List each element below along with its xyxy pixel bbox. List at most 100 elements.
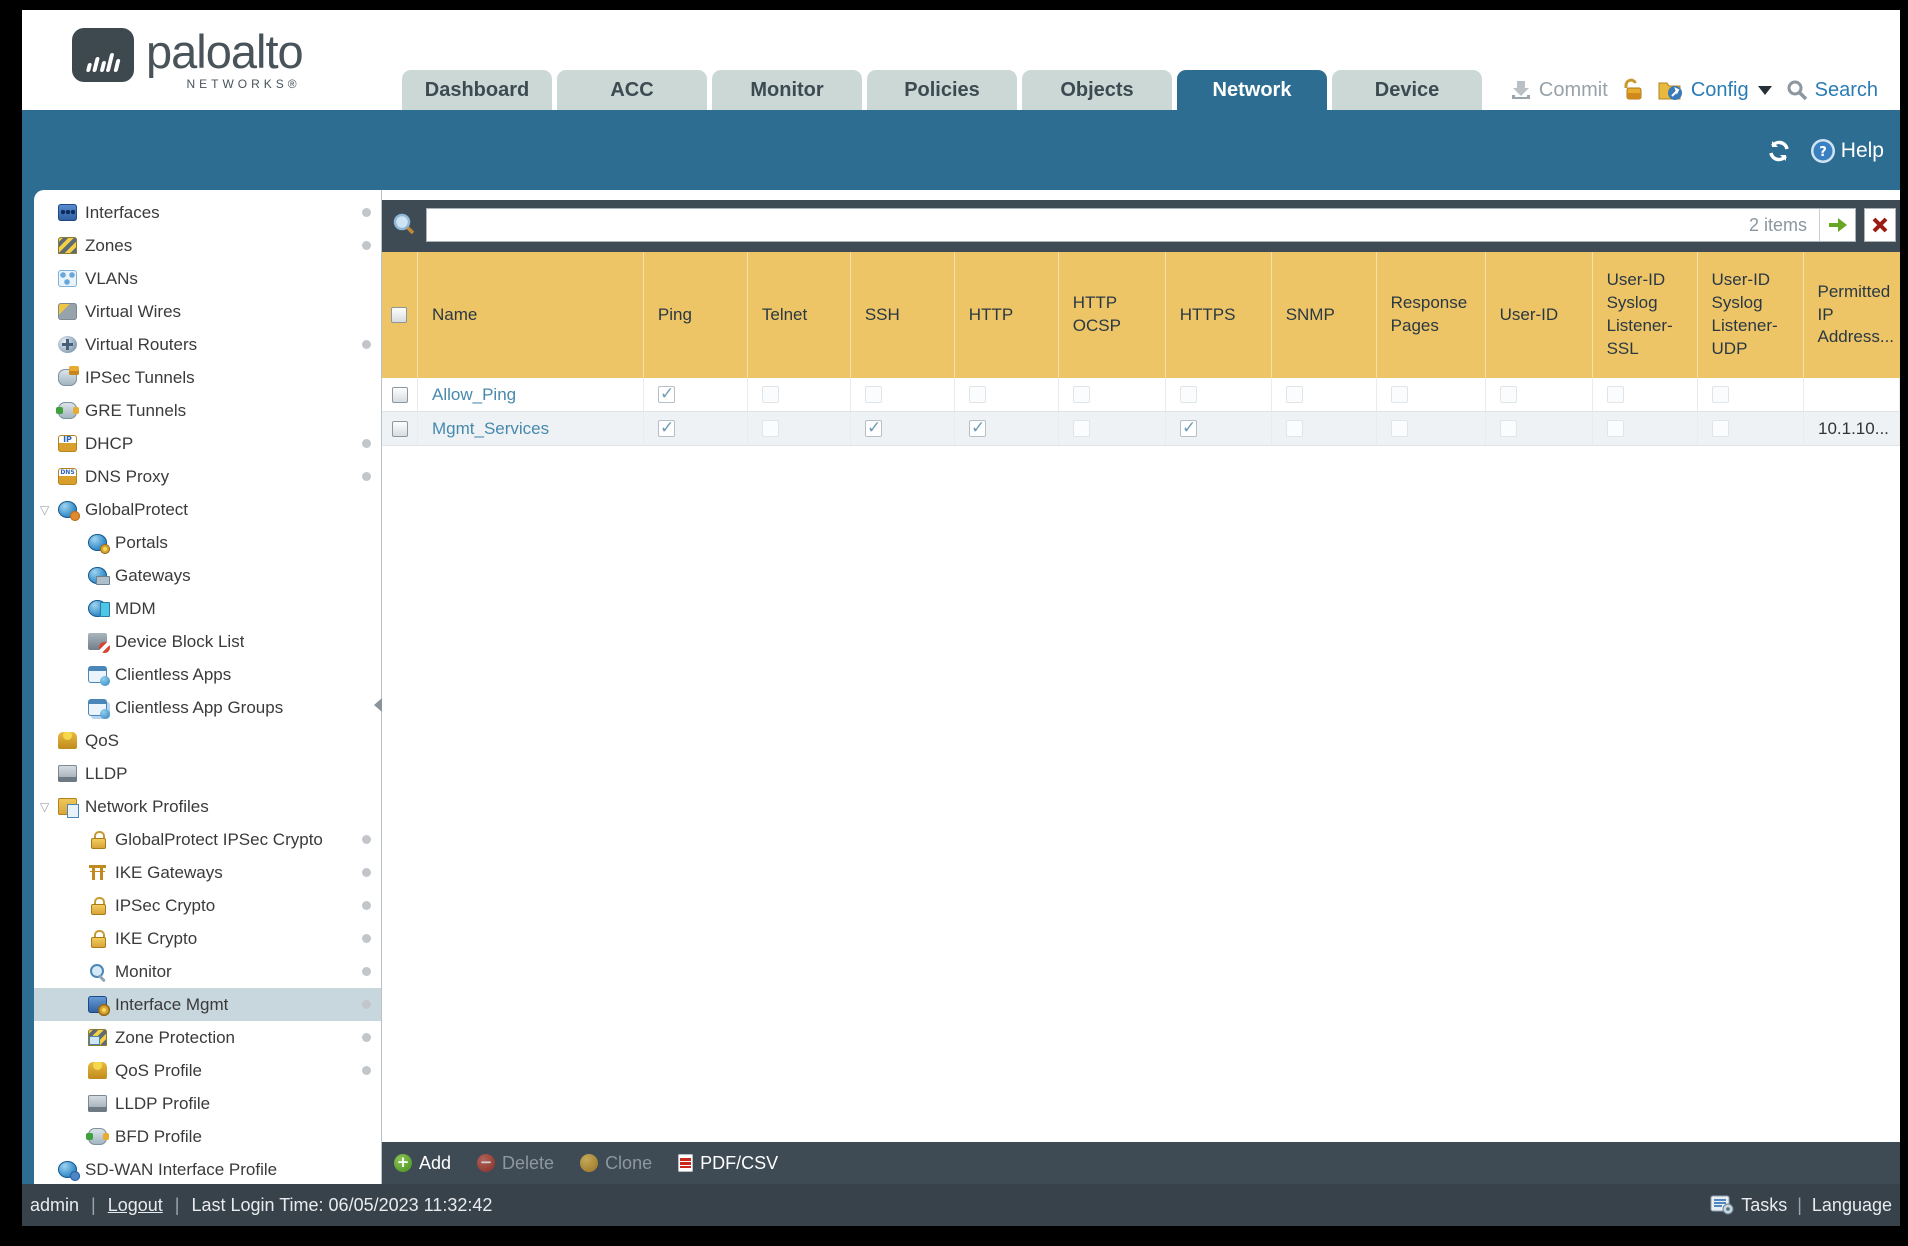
tab-acc[interactable]: ACC — [557, 70, 707, 110]
logout-link[interactable]: Logout — [108, 1195, 163, 1216]
clear-filter-button[interactable] — [1864, 208, 1896, 242]
config-dropdown[interactable]: Config — [1658, 79, 1772, 102]
unchecked-checkbox[interactable] — [1391, 420, 1408, 437]
unchecked-checkbox[interactable] — [969, 386, 986, 403]
help-button[interactable]: ? Help — [1810, 138, 1884, 164]
sidebar-item-bfd-profile[interactable]: BFD Profile — [34, 1120, 381, 1153]
pdf-csv-button[interactable]: PDF/CSV — [678, 1153, 778, 1174]
sidebar-collapse-handle[interactable] — [374, 698, 382, 712]
column-header-http-ocsp[interactable]: HTTP OCSP — [1059, 252, 1166, 378]
unchecked-checkbox[interactable] — [1712, 386, 1729, 403]
sidebar-item-clientless-app-groups[interactable]: Clientless App Groups — [34, 691, 381, 724]
column-header-permitted-ip-address[interactable]: Permitted IP Address... — [1804, 252, 1901, 378]
sidebar-item-globalprotect[interactable]: ▽ GlobalProtect — [34, 493, 381, 526]
expander-icon[interactable]: ▽ — [40, 800, 49, 814]
sidebar-item-device-block-list[interactable]: Device Block List — [34, 625, 381, 658]
sidebar-item-qos[interactable]: QoS — [34, 724, 381, 757]
sidebar-item-mdm[interactable]: MDM — [34, 592, 381, 625]
sidebar-item-ike-crypto[interactable]: IKE Crypto — [34, 922, 381, 955]
column-header-response-pages[interactable]: Response Pages — [1377, 252, 1486, 378]
refresh-icon[interactable] — [1766, 139, 1792, 163]
row-name-link[interactable]: Mgmt_Services — [432, 419, 549, 439]
sidebar-item-zones[interactable]: Zones — [34, 229, 381, 262]
tab-policies[interactable]: Policies — [867, 70, 1017, 110]
sidebar-item-interfaces[interactable]: Interfaces — [34, 196, 381, 229]
sidebar-item-portals[interactable]: Portals — [34, 526, 381, 559]
tab-network[interactable]: Network — [1177, 70, 1327, 110]
sidebar-item-network-profiles[interactable]: ▽ Network Profiles — [34, 790, 381, 823]
tab-dashboard[interactable]: Dashboard — [402, 70, 552, 110]
column-header-user-id[interactable]: User-ID — [1486, 252, 1593, 378]
row-checkbox[interactable] — [391, 420, 408, 437]
unchecked-checkbox[interactable] — [1073, 386, 1090, 403]
column-header-http[interactable]: HTTP — [955, 252, 1059, 378]
column-header-ping[interactable]: Ping — [644, 252, 748, 378]
commit-button[interactable]: Commit — [1510, 79, 1608, 102]
language-button[interactable]: Language — [1812, 1195, 1892, 1216]
tab-monitor[interactable]: Monitor — [712, 70, 862, 110]
sidebar-item-ipsec-tunnels[interactable]: IPSec Tunnels — [34, 361, 381, 394]
sidebar-item-monitor[interactable]: Monitor — [34, 955, 381, 988]
unchecked-checkbox[interactable] — [1286, 420, 1303, 437]
sidebar-item-interface-mgmt[interactable]: Interface Mgmt — [34, 988, 381, 1021]
unchecked-checkbox[interactable] — [1500, 420, 1517, 437]
tab-objects[interactable]: Objects — [1022, 70, 1172, 110]
action-label: Clone — [605, 1152, 653, 1173]
unchecked-checkbox[interactable] — [865, 386, 882, 403]
unchecked-checkbox[interactable] — [1073, 420, 1090, 437]
column-header-ssh[interactable]: SSH — [851, 252, 955, 378]
row-name-link[interactable]: Allow_Ping — [432, 385, 516, 405]
unchecked-checkbox[interactable] — [1607, 386, 1624, 403]
screen: paloalto NETWORKS® Dashboard ACC Monitor Po… — [0, 0, 1908, 1246]
lock-icon[interactable] — [1622, 78, 1644, 102]
column-header-snmp[interactable]: SNMP — [1272, 252, 1377, 378]
sidebar-item-dhcp[interactable]: DHCP — [34, 427, 381, 460]
filter-input-wrap: 2 items — [426, 208, 1856, 242]
global-search-button[interactable]: Search — [1786, 79, 1878, 102]
unchecked-checkbox[interactable] — [1286, 386, 1303, 403]
sidebar-item-label: Portals — [115, 532, 168, 552]
tasks-button[interactable]: Tasks — [1741, 1195, 1787, 1216]
filter-input[interactable] — [427, 209, 1737, 241]
unchecked-checkbox[interactable] — [762, 386, 779, 403]
sidebar-item-qos-profile[interactable]: QoS Profile — [34, 1054, 381, 1087]
sidebar-item-lldp-profile[interactable]: LLDP Profile — [34, 1087, 381, 1120]
sidebar-item-zone-protection[interactable]: Zone Protection — [34, 1021, 381, 1054]
column-header-https[interactable]: HTTPS — [1166, 252, 1272, 378]
add-button[interactable]: Add — [394, 1153, 451, 1174]
sidebar-item-clientless-apps[interactable]: Clientless Apps — [34, 658, 381, 691]
sidebar-item-ipsec-crypto[interactable]: IPSec Crypto — [34, 889, 381, 922]
sidebar-item-globalprotect-ipsec-crypto[interactable]: GlobalProtect IPSec Crypto — [34, 823, 381, 856]
sidebar-item-gre-tunnels[interactable]: GRE Tunnels — [34, 394, 381, 427]
checked-checkbox[interactable] — [658, 384, 675, 404]
column-header-user-id-syslog-listener-udp[interactable]: User-ID Syslog Listener-UDP — [1698, 252, 1804, 378]
sidebar-item-sd-wan-interface-profile[interactable]: SD-WAN Interface Profile — [34, 1153, 381, 1184]
logo-text: paloalto — [146, 25, 304, 78]
unchecked-checkbox[interactable] — [1180, 386, 1197, 403]
apply-filter-button[interactable] — [1819, 209, 1855, 241]
sidebar-item-vlans[interactable]: VLANs — [34, 262, 381, 295]
select-all-checkbox[interactable] — [391, 307, 408, 323]
checked-checkbox[interactable] — [865, 418, 882, 438]
expander-icon[interactable]: ▽ — [40, 503, 49, 517]
checked-checkbox[interactable] — [1180, 418, 1197, 438]
unchecked-checkbox[interactable] — [1500, 386, 1517, 403]
column-header-telnet[interactable]: Telnet — [748, 252, 851, 378]
unchecked-checkbox[interactable] — [1391, 386, 1408, 403]
sidebar-item-gateways[interactable]: Gateways — [34, 559, 381, 592]
gateways-icon — [88, 567, 110, 585]
sidebar-item-dns-proxy[interactable]: DNS Proxy — [34, 460, 381, 493]
unchecked-checkbox[interactable] — [1712, 420, 1729, 437]
sidebar-item-ike-gateways[interactable]: IKE Gateways — [34, 856, 381, 889]
sidebar-item-virtual-routers[interactable]: Virtual Routers — [34, 328, 381, 361]
tab-device[interactable]: Device — [1332, 70, 1482, 110]
unchecked-checkbox[interactable] — [1607, 420, 1624, 437]
sidebar-item-lldp[interactable]: LLDP — [34, 757, 381, 790]
row-checkbox[interactable] — [391, 386, 408, 403]
sidebar-item-virtual-wires[interactable]: Virtual Wires — [34, 295, 381, 328]
checked-checkbox[interactable] — [658, 418, 675, 438]
unchecked-checkbox[interactable] — [762, 420, 779, 437]
column-header-name[interactable]: Name — [418, 252, 644, 378]
checked-checkbox[interactable] — [969, 418, 986, 438]
column-header-user-id-syslog-listener-ssl[interactable]: User-ID Syslog Listener-SSL — [1593, 252, 1698, 378]
